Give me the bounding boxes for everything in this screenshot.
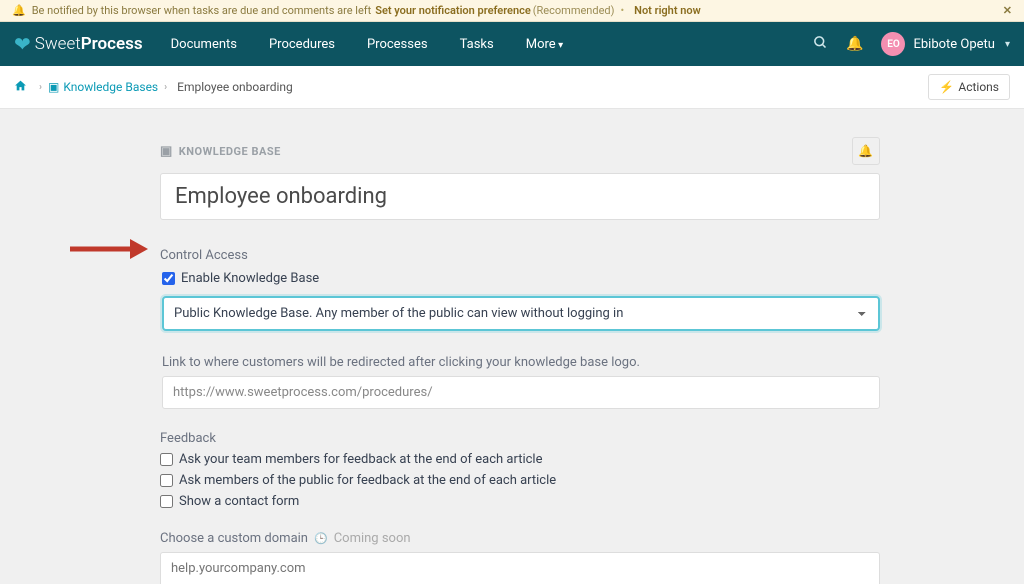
- breadcrumb-knowledge-bases[interactable]: ▣ Knowledge Bases: [48, 80, 158, 94]
- lightning-icon: ⚡: [939, 80, 954, 94]
- feedback-public-checkbox[interactable]: [160, 474, 173, 487]
- feedback-contact-label: Show a contact form: [179, 494, 299, 509]
- section-label: KNOWLEDGE BASE: [179, 145, 281, 158]
- feedback-section: Feedback Ask your team members for feedb…: [160, 431, 880, 509]
- breadcrumb-current: Employee onboarding: [177, 80, 293, 94]
- nav-procedures[interactable]: Procedures: [269, 37, 335, 52]
- chevron-icon: ›: [39, 82, 42, 93]
- clock-icon: 🕒: [314, 532, 328, 545]
- nav-links: Documents Procedures Processes Tasks Mor…: [171, 37, 564, 52]
- logo-icon: ❤: [14, 32, 31, 56]
- actions-button[interactable]: ⚡ Actions: [928, 74, 1010, 100]
- subscribe-button[interactable]: 🔔: [852, 137, 880, 165]
- pointer-arrow: [68, 237, 148, 265]
- logo[interactable]: ❤ SweetProcess: [14, 32, 143, 56]
- user-menu[interactable]: EO Ebibote Opetu: [881, 32, 1010, 56]
- notifications-icon[interactable]: 🔔: [846, 36, 863, 52]
- feedback-team-row: Ask your team members for feedback at th…: [160, 452, 880, 467]
- feedback-contact-checkbox[interactable]: [160, 495, 173, 508]
- access-level-select[interactable]: Public Knowledge Base. Any member of the…: [162, 296, 880, 331]
- logo-sweet: Sweet: [35, 34, 81, 54]
- feedback-team-checkbox[interactable]: [160, 453, 173, 466]
- notification-banner: 🔔 Be notified by this browser when tasks…: [0, 0, 1024, 22]
- form-content: ▣ KNOWLEDGE BASE 🔔 Control Access Enable…: [160, 137, 880, 584]
- book-icon: ▣: [48, 80, 59, 94]
- title-input[interactable]: [160, 173, 880, 220]
- nav-right: 🔔 EO Ebibote Opetu: [813, 32, 1010, 56]
- custom-domain-row: Choose a custom domain 🕒 Coming soon: [160, 531, 880, 546]
- user-name: Ebibote Opetu: [913, 37, 995, 52]
- link-help-text: Link to where customers will be redirect…: [162, 355, 880, 370]
- banner-text: Be notified by this browser when tasks a…: [32, 4, 372, 17]
- enable-kb-row: Enable Knowledge Base: [162, 271, 880, 286]
- breadcrumb: › ▣ Knowledge Bases › Employee onboardin…: [0, 66, 1024, 109]
- enable-kb-label: Enable Knowledge Base: [181, 271, 319, 286]
- feedback-contact-row: Show a contact form: [160, 494, 880, 509]
- redirect-link-input[interactable]: [162, 376, 880, 409]
- nav-documents[interactable]: Documents: [171, 37, 237, 52]
- set-notification-link[interactable]: Set your notification preference: [375, 4, 531, 17]
- control-access-label: Control Access: [160, 248, 880, 263]
- recommended-text: (Recommended): [533, 4, 615, 17]
- custom-domain-input[interactable]: [160, 552, 880, 584]
- bell-icon: 🔔: [12, 4, 26, 17]
- logo-process: Process: [81, 34, 143, 54]
- custom-domain-label: Choose a custom domain: [160, 531, 308, 546]
- navbar: ❤ SweetProcess Documents Procedures Proc…: [0, 22, 1024, 66]
- coming-soon-label: Coming soon: [334, 531, 411, 546]
- not-right-now-link[interactable]: Not right now: [634, 4, 701, 17]
- nav-more[interactable]: More: [526, 37, 563, 52]
- separator-dot: •: [620, 4, 624, 17]
- feedback-public-label: Ask members of the public for feedback a…: [179, 473, 556, 488]
- nav-processes[interactable]: Processes: [367, 37, 428, 52]
- close-icon[interactable]: ✕: [1003, 4, 1012, 17]
- search-icon[interactable]: [813, 35, 828, 54]
- section-header: ▣ KNOWLEDGE BASE 🔔: [160, 137, 880, 165]
- nav-tasks[interactable]: Tasks: [460, 37, 494, 52]
- actions-label: Actions: [958, 80, 999, 94]
- breadcrumb-kb-label: Knowledge Bases: [63, 80, 158, 94]
- feedback-team-label: Ask your team members for feedback at th…: [179, 452, 542, 467]
- enable-kb-checkbox[interactable]: [162, 272, 175, 285]
- feedback-public-row: Ask members of the public for feedback a…: [160, 473, 880, 488]
- feedback-label: Feedback: [160, 431, 880, 446]
- home-icon[interactable]: [14, 79, 27, 96]
- control-access-section: Enable Knowledge Base Public Knowledge B…: [152, 271, 880, 409]
- chevron-icon: ›: [164, 82, 167, 93]
- avatar: EO: [881, 32, 905, 56]
- book-icon: ▣: [160, 144, 173, 159]
- main-content: ▣ KNOWLEDGE BASE 🔔 Control Access Enable…: [0, 109, 1024, 584]
